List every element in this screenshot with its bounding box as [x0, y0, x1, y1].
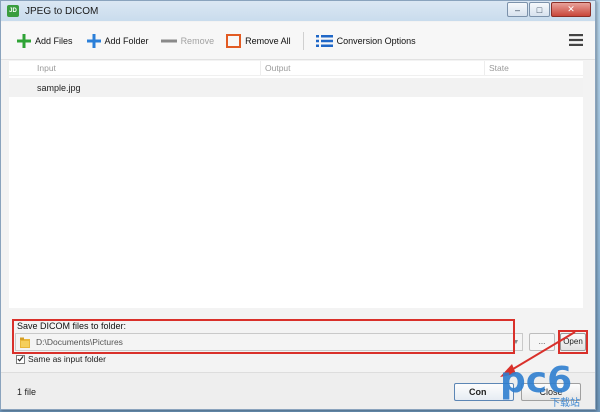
- output-folder-path: D:\Documents\Pictures: [36, 337, 123, 347]
- column-input[interactable]: Input: [9, 61, 261, 75]
- conversion-options-label: Conversion Options: [336, 35, 416, 46]
- add-folder-button[interactable]: Add Folder: [83, 28, 153, 54]
- open-folder-button[interactable]: Open: [560, 333, 586, 351]
- file-count: 1 file: [17, 387, 37, 397]
- remove-all-button[interactable]: Remove All: [222, 28, 295, 54]
- browse-button[interactable]: ...: [529, 333, 555, 351]
- app-icon: JD: [7, 5, 19, 17]
- cell-input: sample.jpg: [37, 82, 81, 93]
- folder-icon: [20, 337, 30, 348]
- column-state[interactable]: State: [485, 61, 583, 75]
- square-icon: [226, 33, 242, 48]
- same-as-input-label: Same as input folder: [28, 354, 106, 364]
- output-folder-combo[interactable]: D:\Documents\Pictures ▼: [15, 333, 523, 351]
- remove-all-label: Remove All: [245, 35, 291, 46]
- remove-button[interactable]: Remove: [157, 28, 219, 54]
- status-bar: 1 file Con Close: [1, 372, 595, 409]
- list-item[interactable]: sample.jpg: [9, 78, 583, 97]
- menu-icon[interactable]: [569, 34, 583, 48]
- list-icon: [315, 34, 333, 48]
- minus-icon: [160, 34, 177, 48]
- close-window-button[interactable]: ✕: [551, 2, 591, 17]
- toolbar-separator: [302, 31, 304, 50]
- add-files-button[interactable]: Add Files: [13, 28, 77, 54]
- save-panel: Save DICOM files to folder: D:\Documents…: [1, 313, 595, 373]
- save-folder-label: Save DICOM files to folder:: [17, 321, 127, 331]
- maximize-button[interactable]: □: [529, 2, 550, 17]
- remove-label: Remove: [180, 35, 215, 46]
- column-output[interactable]: Output: [261, 61, 485, 75]
- same-as-input-checkbox[interactable]: [16, 354, 25, 364]
- window-title: JPEG to DICOM: [25, 5, 99, 17]
- plus-icon: [17, 33, 31, 48]
- add-folder-label: Add Folder: [104, 35, 149, 46]
- add-files-label: Add Files: [35, 35, 73, 46]
- list-header: Input Output State: [9, 61, 583, 76]
- toolbar: Add Files Add Folder Remove Remove All C…: [1, 22, 595, 60]
- close-button[interactable]: Close: [521, 383, 581, 401]
- plus-icon: [86, 33, 101, 48]
- convert-button[interactable]: Con: [454, 383, 514, 401]
- app-window: JD JPEG to DICOM – □ ✕ Add Files Add Fol…: [0, 0, 596, 410]
- window-controls: – □ ✕: [506, 2, 591, 17]
- file-list[interactable]: Input Output State sample.jpg: [9, 61, 583, 308]
- conversion-options-button[interactable]: Conversion Options: [312, 28, 420, 54]
- chevron-down-icon[interactable]: ▼: [510, 339, 522, 346]
- minimize-button[interactable]: –: [507, 2, 528, 17]
- title-bar[interactable]: JD JPEG to DICOM – □ ✕: [1, 1, 595, 21]
- same-as-input-row[interactable]: Same as input folder: [16, 354, 106, 364]
